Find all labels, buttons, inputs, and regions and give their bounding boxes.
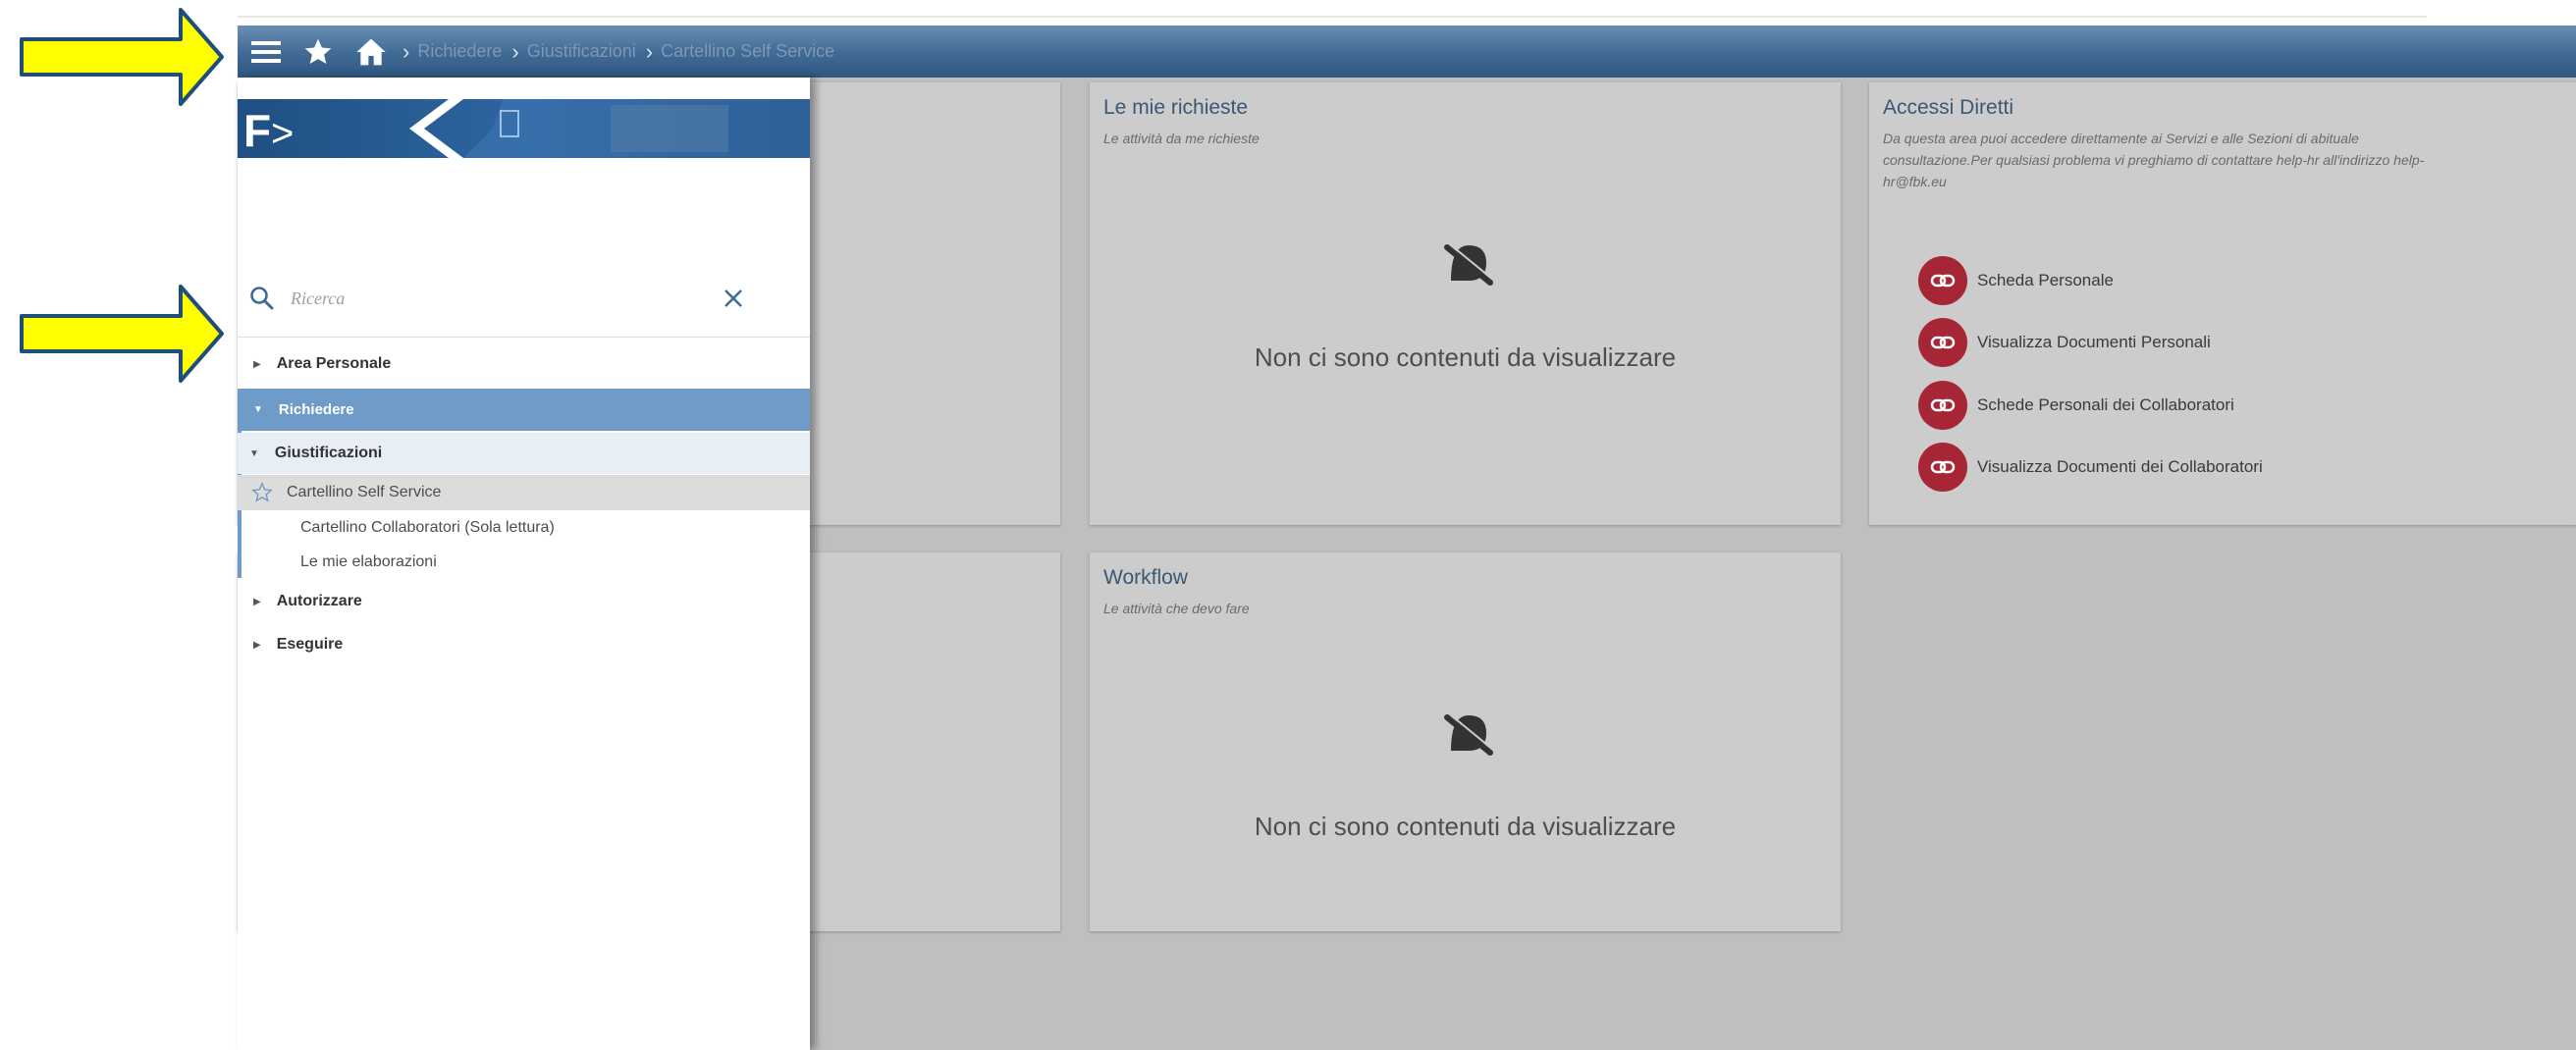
breadcrumb: › Richiedere › Giustificazioni › Cartell… [393,39,834,65]
menu-item-label: Le mie elaborazioni [300,553,437,570]
search-row [238,260,810,338]
link-icon [1918,318,1967,367]
menu-item-label: Eseguire [276,636,344,653]
shortcut-label: Scheda Personale [1977,271,2114,289]
menu-item-cartellino-self-service[interactable]: Cartellino Self Service [238,475,810,510]
card-workflow: Workflow Le attività che devo fare Non c… [1090,552,1841,931]
collapsed-triangle-icon: ▶ [253,639,261,651]
menu-item-label: Richiedere [278,401,354,418]
top-divider [238,16,2427,18]
breadcrumb-item-cartellino[interactable]: Cartellino Self Service [661,41,834,62]
no-content-icon [1444,243,1494,286]
menu-item-label: Giustificazioni [274,445,383,461]
shortcut-label: Visualizza Documenti dei Collaboratori [1977,457,2263,476]
shortcut-visualizza-documenti-personali[interactable]: Visualizza Documenti Personali [1918,318,2211,367]
menu-item-richiedere[interactable]: ▼ Richiedere [238,389,810,431]
empty-state-text: Non ci sono contenuti da visualizzare [1254,342,1677,372]
card-le-mie-richieste: Le mie richieste Le attività da me richi… [1090,82,1841,525]
expanded-triangle-icon: ▼ [249,447,259,459]
top-bar: › Richiedere › Giustificazioni › Cartell… [238,26,2576,78]
svg-text:>: > [271,112,294,155]
shortcut-scheda-personale[interactable]: Scheda Personale [1918,256,2114,305]
collapsed-triangle-icon: ▶ [253,596,261,607]
breadcrumb-separator-icon: › [511,38,519,64]
breadcrumb-separator-icon: › [402,38,410,64]
card-title: Accessi Diretti [1883,96,2014,119]
empty-state-text: Non ci sono contenuti da visualizzare [1254,812,1677,841]
card-title: Workflow [1103,566,1188,589]
menu-item-label: Area Personale [276,355,392,372]
annotation-arrow-top [20,8,224,106]
no-content-icon [1444,713,1494,756]
star-icon[interactable] [302,36,334,68]
menu-item-autorizzare[interactable]: ▶ Autorizzare [238,582,810,621]
link-icon [1918,443,1967,492]
card-title: Le mie richieste [1103,96,1249,119]
fbk-logo-text: F [243,105,271,156]
menu-item-area-personale[interactable]: ▶ Area Personale [238,344,810,384]
shortcut-label: Visualizza Documenti Personali [1977,333,2211,351]
expanded-triangle-icon: ▼ [253,404,263,415]
menu-item-le-mie-elaborazioni[interactable]: Le mie elaborazioni [238,545,810,580]
search-input[interactable] [289,278,685,319]
menu-item-label: Autorizzare [276,593,362,609]
breadcrumb-separator-icon: › [645,38,654,64]
card-subtitle-line-1: Da questa area puoi accedere direttament… [1883,131,2359,146]
shortcut-schede-personali-collaboratori[interactable]: Schede Personali dei Collaboratori [1918,381,2234,430]
home-icon[interactable] [355,37,387,67]
annotation-arrow-menu [20,285,224,383]
breadcrumb-item-richiedere[interactable]: Richiedere [417,41,502,62]
menu-item-label: Cartellino Collaboratori (Sola lettura) [300,519,555,536]
hamburger-menu-icon[interactable] [249,38,283,66]
close-icon[interactable] [723,288,744,309]
card-subtitle-line-2: consultazione.Per qualsiasi problema vi … [1883,152,2425,168]
link-icon [1918,381,1967,430]
menu-item-giustificazioni[interactable]: ▼ Giustificazioni [238,433,810,474]
sidebar-banner: F > [238,99,810,236]
menu-item-cartellino-collaboratori[interactable]: Cartellino Collaboratori (Sola lettura) [238,510,810,546]
shortcut-visualizza-documenti-collaboratori[interactable]: Visualizza Documenti dei Collaboratori [1918,443,2263,492]
favorite-star-icon[interactable] [251,482,273,503]
menu-item-label: Cartellino Self Service [287,484,442,500]
shortcut-label: Schede Personali dei Collaboratori [1977,395,2234,414]
card-accessi-diretti: Accessi Diretti Da questa area puoi acce… [1869,82,2576,525]
link-icon [1918,256,1967,305]
card-subtitle: Le attività da me richieste [1103,131,1260,146]
card-subtitle: Le attività che devo fare [1103,601,1250,616]
navigation-sidebar: F > ▶ Area Personale ▼ Richiedere ▼ Gius… [238,78,810,1050]
search-icon [250,287,274,310]
menu-item-eseguire[interactable]: ▶ Eseguire [238,625,810,664]
card-subtitle-line-3: hr@fbk.eu [1883,174,1947,189]
breadcrumb-item-giustificazioni[interactable]: Giustificazioni [527,41,636,62]
fbk-logo-banner: F > [238,99,810,236]
collapsed-triangle-icon: ▶ [253,358,261,370]
